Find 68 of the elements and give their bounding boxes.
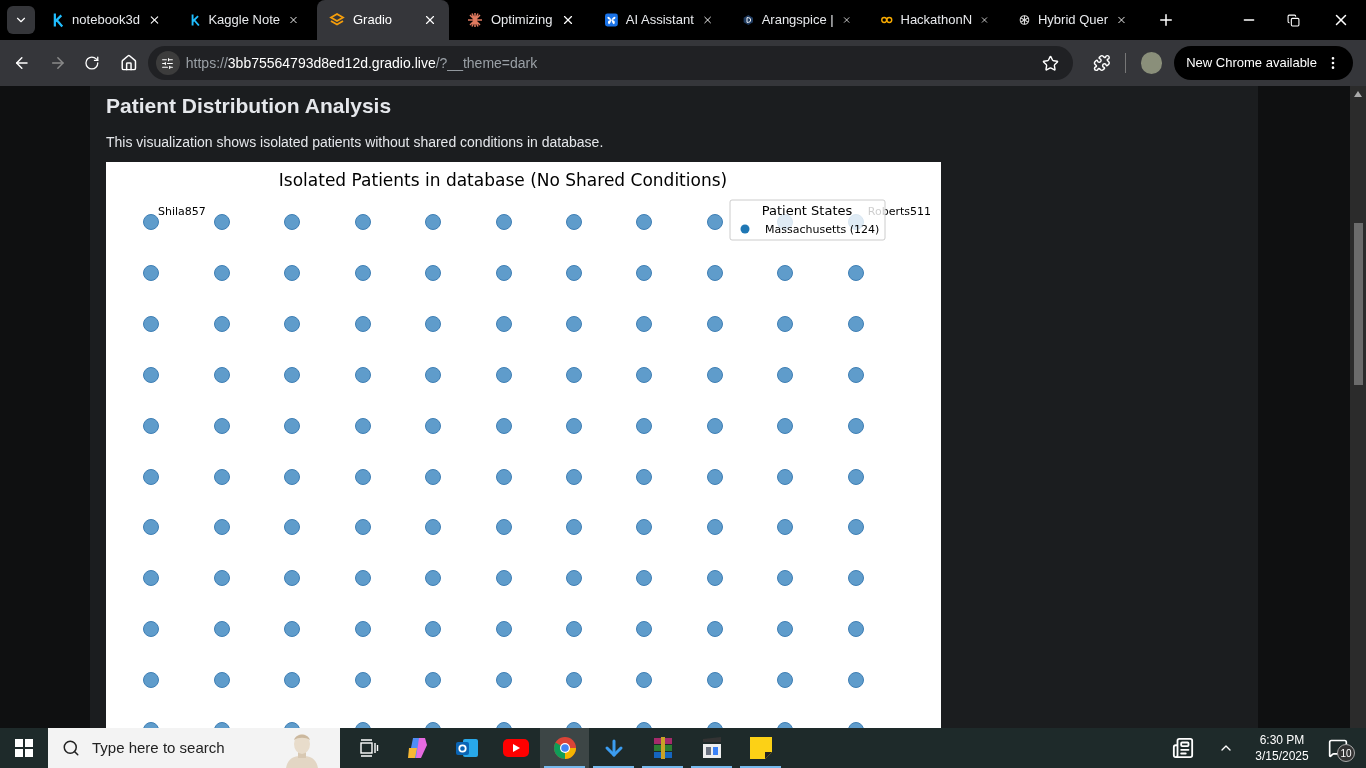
- browser-tab[interactable]: notebook3d: [41, 0, 173, 40]
- bookmark-star-icon[interactable]: [1041, 54, 1059, 72]
- legend-label: Massachusetts (124): [765, 223, 880, 236]
- scrollbar[interactable]: [1350, 86, 1366, 728]
- point-label: Shila857: [158, 205, 206, 218]
- tab-title: Gradio: [353, 11, 394, 30]
- mail-app-icon: [454, 737, 479, 759]
- home-icon[interactable]: [120, 54, 138, 72]
- tab-title: notebook3d: [72, 11, 141, 30]
- kaggle-icon: [53, 12, 65, 28]
- chart-title: Isolated Patients in database (No Shared Conditions): [278, 170, 728, 190]
- browser-tab[interactable]: HackathonN: [869, 0, 1001, 40]
- taskbar-app[interactable]: [540, 728, 589, 768]
- browser-tab[interactable]: Optimizing: [455, 0, 587, 40]
- burst-icon: [467, 12, 483, 28]
- sliders-icon: [161, 56, 175, 70]
- section-heading: Patient Distribution Analysis: [106, 93, 393, 118]
- address-bar[interactable]: https://3bb75564793d8ed12d.gradio.live/?__theme=dark: [147, 46, 1073, 80]
- reload-icon[interactable]: [84, 55, 101, 71]
- url-text: https://3bb75564793d8ed12d.gradio.live/?__theme=dark: [185, 53, 539, 73]
- update-button[interactable]: New Chrome available: [1174, 46, 1353, 80]
- tab-title: HackathonN: [900, 11, 973, 30]
- site-info-button[interactable]: [155, 51, 180, 75]
- point-label: Roberts511: [867, 205, 931, 218]
- task-view-icon: [358, 739, 379, 757]
- tab-search-button[interactable]: [6, 6, 35, 34]
- restore-icon[interactable]: [1287, 13, 1300, 27]
- hexagon-icon: [743, 12, 754, 28]
- browser-icon: [552, 736, 577, 760]
- tab-title: Arangspice |: [761, 11, 834, 30]
- browser-tab[interactable]: Hybrid Quer: [1007, 0, 1139, 40]
- close-icon[interactable]: [423, 13, 437, 27]
- scroll-up-icon[interactable]: [1354, 91, 1362, 97]
- kaggle-icon: [191, 12, 201, 28]
- sticky-note-icon: [748, 736, 773, 760]
- close-icon[interactable]: [561, 13, 575, 27]
- rings-icon: [881, 14, 893, 26]
- extensions-icon[interactable]: [1092, 54, 1111, 72]
- news-icon[interactable]: [1172, 737, 1194, 759]
- clapperboard-icon: [700, 736, 723, 760]
- new-tab-icon[interactable]: [1157, 11, 1175, 29]
- search-icon: [62, 739, 80, 757]
- notification-badge: 10: [1337, 744, 1355, 762]
- search-field[interactable]: Type here to search: [48, 728, 340, 768]
- tab-title: AI Assistant: [625, 11, 694, 30]
- archive-icon: [651, 736, 674, 760]
- windows-logo-icon: [15, 739, 33, 757]
- legend-title: Patient States: [761, 203, 853, 218]
- browser-tab[interactable]: AI Assistant: [593, 0, 725, 40]
- date-text: 3/15/2025: [1255, 748, 1309, 764]
- scrollbar-thumb[interactable]: [1353, 223, 1363, 385]
- layers-icon: [329, 12, 345, 28]
- browser-tab[interactable]: Kaggle Note: [179, 0, 311, 40]
- browser-tab[interactable]: Arangspice |: [731, 0, 863, 40]
- tab-title: Optimizing: [491, 11, 553, 30]
- play-icon: [502, 739, 529, 757]
- tab-title: Hybrid Quer: [1037, 11, 1109, 30]
- copilot-icon: [405, 737, 430, 759]
- back-icon[interactable]: [13, 54, 31, 72]
- clock[interactable]: 6:30 PM 3/15/2025: [1246, 732, 1318, 764]
- tab-title: Kaggle Note: [208, 11, 280, 30]
- time-text: 6:30 PM: [1259, 732, 1305, 748]
- description-text: This visualization shows isolated patients without shared conditions in database.: [106, 133, 605, 152]
- profile-avatar[interactable]: [1140, 52, 1163, 74]
- close-icon[interactable]: [148, 13, 161, 27]
- knot-icon: [1019, 13, 1030, 27]
- browser-tab[interactable]: Gradio: [317, 0, 449, 40]
- butterfly-icon: [605, 12, 618, 28]
